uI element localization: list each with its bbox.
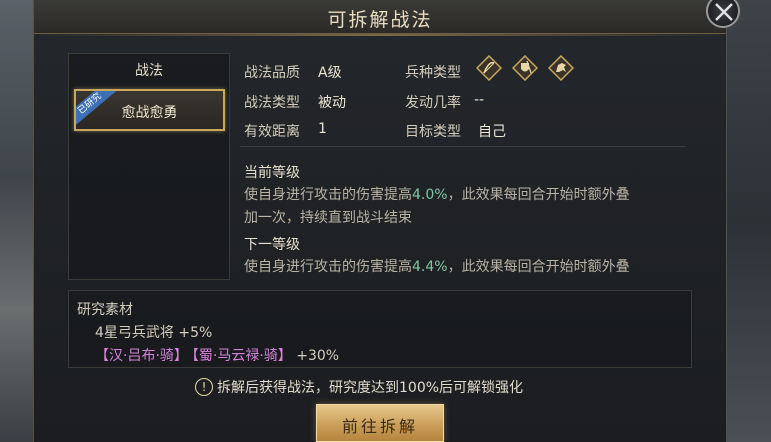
info-divider bbox=[240, 146, 686, 147]
skill-type-label: 战法类型 bbox=[244, 95, 300, 111]
skill-card-selected[interactable]: 已研究 愈战愈勇 bbox=[74, 89, 225, 131]
material-hero-mayunlu: 【蜀·马云禄·骑】 bbox=[191, 348, 292, 364]
skill-list-header: 战法 bbox=[135, 63, 163, 79]
troop-type-label: 兵种类型 bbox=[405, 65, 461, 81]
next-level-title: 下一等级 bbox=[244, 237, 300, 253]
next-desc-text-a: 使自身进行攻击的伤害提高 bbox=[244, 259, 412, 275]
background-scene-right bbox=[726, 0, 771, 442]
material-generic: 4星弓兵武将 +5% bbox=[95, 325, 213, 341]
go-disassemble-button[interactable]: 前往拆解 bbox=[316, 404, 444, 442]
material-heroes: 【汉·吕布·骑】 【蜀·马云禄·骑】 +30% bbox=[95, 345, 339, 365]
current-level-description: 使自身进行攻击的伤害提高4.0%，此效果每回合开始时额外叠 bbox=[244, 184, 694, 206]
cavalry-troop-icon bbox=[548, 55, 574, 81]
next-level-value: 4.4% bbox=[412, 259, 448, 275]
bow-troop-icon bbox=[476, 55, 502, 81]
material-heroes-bonus: +30% bbox=[291, 348, 340, 364]
close-icon bbox=[715, 3, 733, 21]
chance-label: 发动几率 bbox=[405, 95, 461, 111]
current-level-value: 4.0% bbox=[412, 187, 448, 203]
background-scene-left bbox=[0, 0, 36, 442]
materials-title: 研究素材 bbox=[77, 302, 133, 318]
target-type-label: 目标类型 bbox=[405, 124, 461, 140]
next-desc-text-b: ，此效果每回合开始时额外叠 bbox=[447, 259, 630, 275]
skill-type-value: 被动 bbox=[318, 95, 346, 111]
range-label: 有效距离 bbox=[244, 124, 300, 140]
title-divider bbox=[34, 34, 726, 36]
go-disassemble-label: 前往拆解 bbox=[341, 417, 418, 436]
current-level-title: 当前等级 bbox=[244, 165, 300, 181]
target-type-value: 自己 bbox=[478, 124, 506, 140]
info-icon: ! bbox=[195, 378, 213, 396]
disassemble-hint: ! 拆解后获得战法，研究度达到100%后可解锁强化 bbox=[195, 377, 523, 397]
quality-label: 战法品质 bbox=[244, 65, 300, 81]
dialog-title-bar: 可拆解战法 bbox=[34, 0, 726, 34]
material-hero-lubu: 【汉·吕布·骑】 bbox=[95, 348, 188, 364]
dialog-title: 可拆解战法 bbox=[327, 9, 433, 31]
quality-value: A级 bbox=[318, 65, 342, 81]
current-level-description-cont: 加一次，持续直到战斗结束 bbox=[244, 210, 412, 226]
hint-text: 拆解后获得战法，研究度达到100%后可解锁强化 bbox=[217, 380, 524, 396]
research-materials-panel: 研究素材 4星弓兵武将 +5% 【汉·吕布·骑】 【蜀·马云禄·骑】 +30% bbox=[68, 290, 692, 368]
current-desc-text-b: ，此效果每回合开始时额外叠 bbox=[447, 187, 630, 203]
shield-troop-icon bbox=[512, 55, 538, 81]
range-value: 1 bbox=[318, 121, 327, 137]
skill-name: 愈战愈勇 bbox=[121, 105, 178, 121]
skill-list-panel: 战法 已研究 愈战愈勇 bbox=[68, 53, 230, 280]
current-desc-text-a: 使自身进行攻击的伤害提高 bbox=[244, 187, 412, 203]
next-level-description: 使自身进行攻击的伤害提高4.4%，此效果每回合开始时额外叠 bbox=[244, 256, 694, 278]
chance-value: -- bbox=[474, 92, 485, 108]
